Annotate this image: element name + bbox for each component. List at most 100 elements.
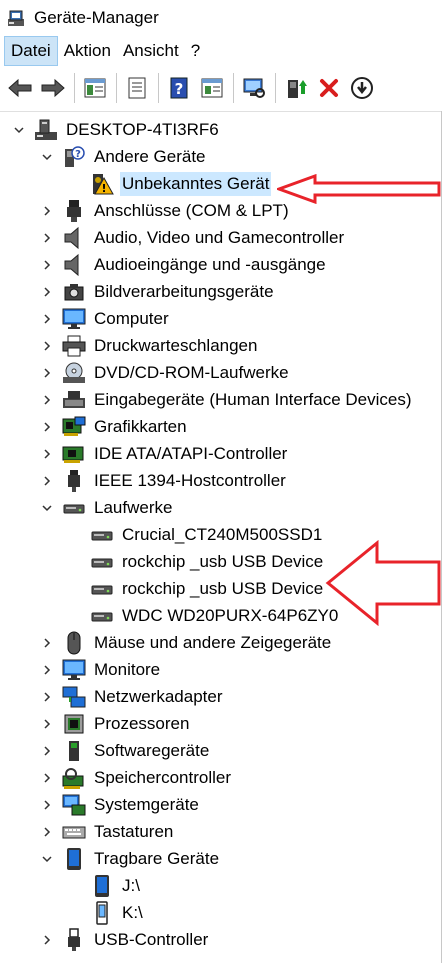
chevron-right-icon[interactable] [40,305,54,332]
svg-text:?: ? [75,149,81,160]
tree-item-label: K:\ [122,902,143,922]
tree-device[interactable]: J:\ [68,872,142,899]
chevron-right-icon[interactable] [40,818,54,845]
tree-category[interactable]: USB-Controller [40,926,210,953]
chevron-down-icon[interactable] [40,494,54,521]
tree-category[interactable]: Prozessoren [40,710,191,737]
chevron-right-icon[interactable] [40,764,54,791]
tree-category[interactable]: Audio, Video und Gamecontroller [40,224,346,251]
menu-item-datei[interactable]: Datei [4,36,58,66]
unknown-device-icon: ? [62,145,86,169]
tree-device[interactable]: ! Unbekanntes Gerät [68,170,272,197]
tree-item-label: Netzwerkadapter [94,686,223,706]
back-arrow-button[interactable] [4,72,36,104]
monitor-icon [62,658,86,682]
tree-category[interactable]: DVD/CD-ROM-Laufwerke [40,359,291,386]
mouse-icon [62,631,86,655]
chevron-right-icon[interactable] [40,683,54,710]
tree-item-label: WDC WD20PURX-64P6ZY0 [122,605,339,625]
chevron-right-icon[interactable] [40,386,54,413]
update-driver-button[interactable] [280,72,312,104]
window-title: Geräte-Manager [34,8,159,27]
tree-category[interactable]: Eingabegeräte (Human Interface Devices) [40,386,414,413]
dvd-drive-icon [62,361,86,385]
tree-device[interactable]: rockchip _usb USB Device [68,548,325,575]
chevron-right-icon[interactable] [40,359,54,386]
chevron-right-icon[interactable] [40,629,54,656]
tree-device[interactable]: Crucial_CT240M500SSD1 [68,521,324,548]
tree-item-label: Andere Geräte [94,146,206,166]
chevron-down-icon[interactable] [40,845,54,872]
chevron-right-icon[interactable] [40,737,54,764]
chevron-right-icon[interactable] [40,224,54,251]
monitor-icon [62,307,86,331]
forward-arrow-button[interactable] [37,72,69,104]
chevron-right-icon[interactable] [40,332,54,359]
toolbar: ? [0,67,445,109]
tree-category[interactable]: IDE ATA/ATAPI-Controller [40,440,289,467]
menu-item-aktion[interactable]: Aktion [58,36,117,66]
chevron-right-icon[interactable] [40,710,54,737]
tree-category[interactable]: Druckwarteschlangen [40,332,259,359]
tree-item-label: Monitore [94,659,161,679]
speaker-icon [62,253,86,277]
chevron-right-icon[interactable] [40,278,54,305]
tree-category[interactable]: Tastaturen [40,818,175,845]
tree-device[interactable]: WDC WD20PURX-64P6ZY0 [68,602,340,629]
chevron-right-icon[interactable] [40,791,54,818]
tree-category[interactable]: Speichercontroller [40,764,233,791]
chevron-right-icon[interactable] [40,467,54,494]
properties-button[interactable] [121,72,153,104]
tree-category[interactable]: Laufwerke [40,494,174,521]
tree-item-label: rockchip _usb USB Device [122,551,324,571]
properties-pane-button[interactable] [79,72,111,104]
toolbar-separator [74,73,75,103]
chevron-right-icon[interactable] [40,251,54,278]
tree-category[interactable]: Tragbare Geräte [40,845,221,872]
uninstall-button[interactable] [313,72,345,104]
tree-category[interactable]: Audioeingänge und -ausgänge [40,251,328,278]
speaker-icon [62,226,86,250]
chevron-right-icon[interactable] [40,440,54,467]
disk-drive-icon [90,577,114,601]
disk-drive-icon [90,550,114,574]
warning-device-icon: ! [90,172,114,196]
svg-text:!: ! [101,182,106,195]
tree-item-label: Tastaturen [94,821,174,841]
disable-device-button[interactable] [346,72,378,104]
chevron-right-icon[interactable] [40,656,54,683]
tree-category[interactable]: Monitore [40,656,162,683]
tree-category[interactable]: Grafikkarten [40,413,189,440]
chevron-right-icon[interactable] [40,197,54,224]
menu-item-ansicht[interactable]: Ansicht [117,36,185,66]
help-button[interactable]: ? [163,72,195,104]
tree-item-label: DVD/CD-ROM-Laufwerke [94,362,289,382]
tree-category[interactable]: Netzwerkadapter [40,683,225,710]
chevron-right-icon[interactable] [40,413,54,440]
keyboard-icon [62,820,86,844]
tree-category[interactable]: Anschlüsse (COM & LPT) [40,197,291,224]
tree-category[interactable]: ? Andere Geräte [40,143,208,170]
scan-hardware-button[interactable] [238,72,270,104]
menu-item-help[interactable]: ? [185,36,206,66]
tree-category[interactable]: Mäuse und andere Zeigegeräte [40,629,333,656]
tree-category[interactable]: Bildverarbeitungsgeräte [40,278,276,305]
properties-icon [126,76,148,100]
chevron-right-icon[interactable] [40,926,54,953]
tree-category[interactable]: IEEE 1394-Hostcontroller [40,467,288,494]
tree-root-computer[interactable]: DESKTOP-4TI3RF6 [12,116,221,143]
svg-text:?: ? [175,80,184,98]
chevron-down-icon[interactable] [12,116,26,143]
network-adapter-icon [62,685,86,709]
tree-category[interactable]: Systemgeräte [40,791,201,818]
tree-category[interactable]: Softwaregeräte [40,737,211,764]
tree-device[interactable]: K:\ [68,899,145,926]
tree-category[interactable]: Computer [40,305,171,332]
tree-item-label: Systemgeräte [94,794,199,814]
tree-item-label: DESKTOP-4TI3RF6 [66,119,219,139]
show-hidden-button[interactable] [196,72,228,104]
tree-device[interactable]: rockchip _usb USB Device [68,575,325,602]
chevron-down-icon[interactable] [40,143,54,170]
